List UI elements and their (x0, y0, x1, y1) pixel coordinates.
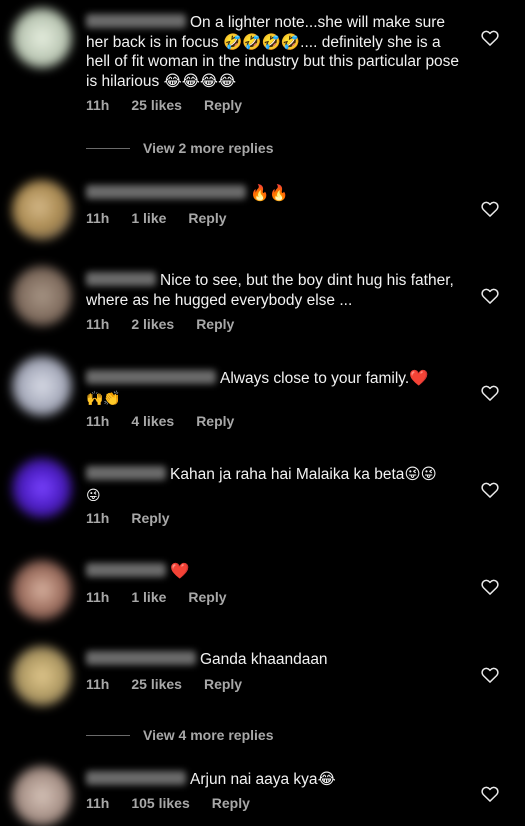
divider (86, 147, 130, 149)
timestamp: 11h (86, 795, 110, 811)
timestamp: 11h (86, 589, 110, 605)
username-blurred[interactable] (86, 370, 216, 384)
like-heart-icon[interactable] (480, 480, 500, 500)
reply-button[interactable]: Reply (204, 97, 242, 113)
like-heart-icon[interactable] (480, 784, 500, 804)
avatar[interactable] (12, 356, 72, 416)
reply-button[interactable]: Reply (212, 795, 250, 811)
like-heart-icon[interactable] (480, 577, 500, 597)
comment-meta: 11h 25 likes Reply (86, 676, 264, 692)
username-blurred[interactable] (86, 651, 196, 665)
comment-meta: 11h Reply (86, 510, 191, 526)
comment-text: Arjun nai aaya kya😂 (86, 770, 466, 790)
avatar[interactable] (12, 8, 72, 68)
likes-count[interactable]: 25 likes (131, 676, 182, 692)
username-blurred[interactable] (86, 185, 246, 199)
divider (86, 734, 130, 736)
likes-count[interactable]: 4 likes (131, 413, 174, 429)
like-heart-icon[interactable] (480, 199, 500, 219)
avatar[interactable] (12, 560, 72, 620)
comment-text: ❤️ (86, 562, 466, 582)
comment-text-continued: 😜 (86, 487, 101, 503)
comment-meta: 11h 1 like Reply (86, 210, 249, 226)
reply-button[interactable]: Reply (196, 316, 234, 332)
like-heart-icon[interactable] (480, 286, 500, 306)
username-blurred[interactable] (86, 771, 186, 785)
timestamp: 11h (86, 210, 110, 226)
comment-text: Kahan ja raha hai Malaika ka beta😜😜 (86, 465, 466, 485)
likes-count[interactable]: 1 like (131, 210, 166, 226)
comment-text: Always close to your family.❤️ (86, 369, 466, 389)
avatar[interactable] (12, 180, 72, 240)
like-heart-icon[interactable] (480, 665, 500, 685)
timestamp: 11h (86, 316, 110, 332)
comment-meta: 11h 4 likes Reply (86, 413, 256, 429)
like-heart-icon[interactable] (480, 383, 500, 403)
username-blurred[interactable] (86, 14, 186, 28)
comment-meta: 11h 1 like Reply (86, 589, 249, 605)
likes-count[interactable]: 25 likes (131, 97, 182, 113)
comment-meta: 11h 2 likes Reply (86, 316, 256, 332)
avatar[interactable] (12, 458, 72, 518)
comment-text: Ganda khaandaan (86, 650, 466, 670)
comment-text: Nice to see, but the boy dint hug his fa… (86, 272, 454, 309)
avatar[interactable] (12, 646, 72, 706)
likes-count[interactable]: 2 likes (131, 316, 174, 332)
reply-button[interactable]: Reply (188, 210, 226, 226)
reply-button[interactable]: Reply (204, 676, 242, 692)
comment-text: On a lighter note...she will make sure h… (86, 14, 460, 90)
avatar[interactable] (12, 266, 72, 326)
avatar[interactable] (12, 766, 72, 826)
comment-text: 🔥🔥 (86, 184, 466, 204)
like-heart-icon[interactable] (480, 28, 500, 48)
reply-button[interactable]: Reply (131, 510, 169, 526)
likes-count[interactable]: 105 likes (131, 795, 189, 811)
comment-text-continued: 🙌👏 (86, 390, 121, 406)
likes-count[interactable]: 1 like (131, 589, 166, 605)
reply-button[interactable]: Reply (188, 589, 226, 605)
view-more-replies[interactable]: View 2 more replies (86, 140, 273, 156)
timestamp: 11h (86, 97, 110, 113)
reply-button[interactable]: Reply (196, 413, 234, 429)
username-blurred[interactable] (86, 272, 156, 286)
comment-meta: 11h 25 likes Reply (86, 97, 264, 113)
view-more-replies[interactable]: View 4 more replies (86, 727, 273, 743)
username-blurred[interactable] (86, 466, 166, 480)
timestamp: 11h (86, 676, 110, 692)
username-blurred[interactable] (86, 563, 166, 577)
comment-meta: 11h 105 likes Reply (86, 795, 272, 811)
timestamp: 11h (86, 510, 110, 526)
timestamp: 11h (86, 413, 110, 429)
